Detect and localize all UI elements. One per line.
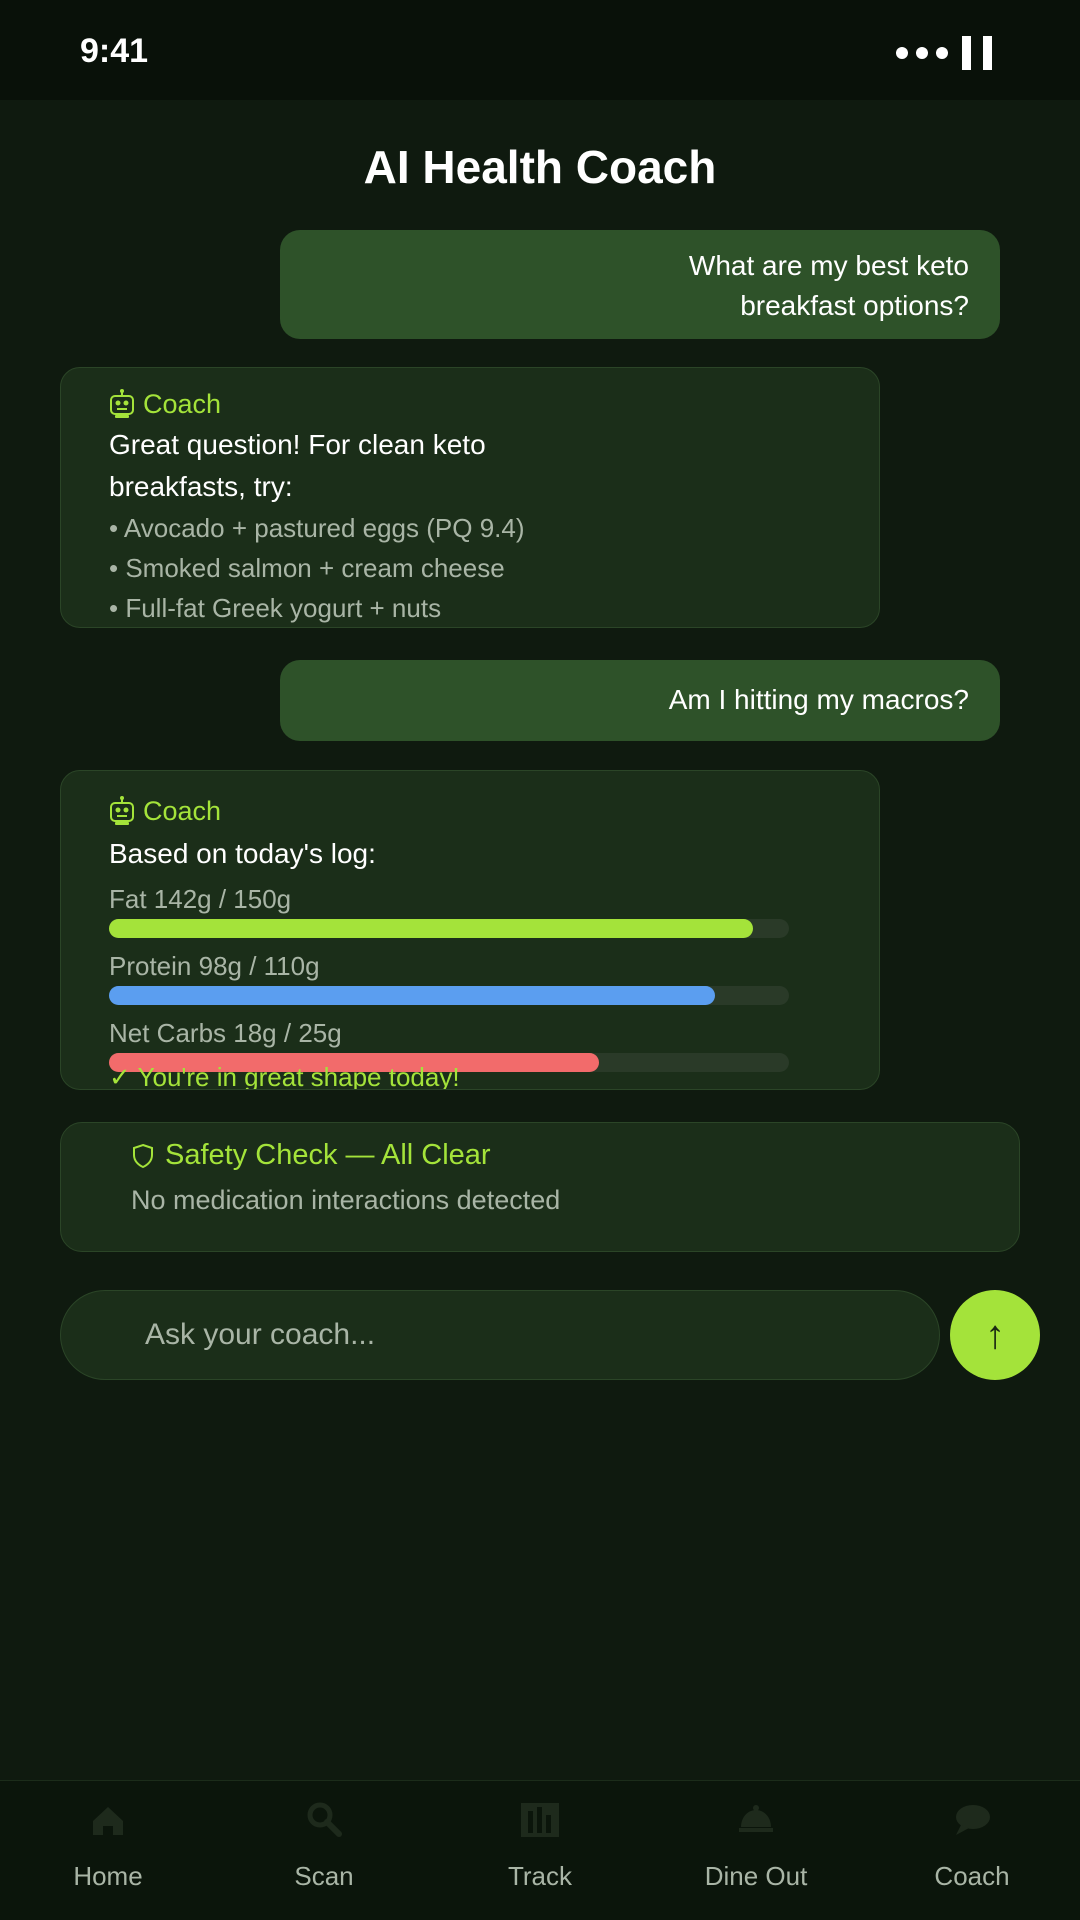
coach-sender: Coach — [109, 384, 879, 424]
nav-item-coach[interactable]: Coach — [864, 1781, 1080, 1920]
nav-label: Coach — [934, 1861, 1010, 1891]
user-message-line: What are my best keto — [688, 250, 969, 281]
user-message: What are my best keto breakfast options? — [280, 230, 1000, 339]
coach-message: Coach Great question! For clean keto bre… — [60, 367, 880, 628]
coach-message-text: Great question! For clean keto — [109, 429, 486, 460]
coach-sender-label: Coach — [143, 388, 222, 419]
nav-item-home[interactable]: Home — [0, 1781, 216, 1920]
coach-sender: Coach — [109, 791, 879, 831]
coach-message: Coach Based on today's log: Fat 142g / 1… — [60, 770, 880, 1090]
shield-icon — [133, 1143, 153, 1168]
user-message: Am I hitting my macros? — [280, 660, 1000, 741]
safety-check-title-row: Safety Check — All Clear — [131, 1139, 491, 1172]
macro-label-fat: Fat 142g / 150g — [109, 884, 292, 914]
send-button[interactable]: ↑ — [950, 1290, 1040, 1380]
nav-label: Home — [73, 1861, 143, 1891]
status-bar: 9:41 — [0, 0, 1080, 100]
coach-note: ✓ You're in great shape today! — [109, 1062, 460, 1090]
nav-item-track[interactable]: Track — [432, 1781, 648, 1920]
nav-item-dine-out[interactable]: Dine Out — [648, 1781, 864, 1920]
user-message-line: breakfast options? — [740, 290, 969, 321]
signal-icon — [896, 36, 992, 70]
search-icon — [307, 1802, 342, 1837]
coach-sender-label: Coach — [143, 795, 222, 826]
bottom-nav: Home Scan Track Dine Out Coach — [0, 1780, 1080, 1920]
status-time: 9:41 — [80, 32, 149, 70]
macro-label-carbs: Net Carbs 18g / 25g — [109, 1018, 342, 1048]
nav-item-scan[interactable]: Scan — [216, 1781, 432, 1920]
list-item: • Full-fat Greek yogurt + nuts — [109, 593, 442, 623]
macro-label-protein: Protein 98g / 110g — [109, 951, 320, 981]
user-message-line: Am I hitting my macros? — [668, 684, 969, 715]
robot-icon — [110, 796, 134, 825]
nav-label: Scan — [294, 1861, 354, 1891]
nav-label: Track — [507, 1861, 573, 1891]
chart-icon — [521, 1803, 559, 1837]
safety-check-card[interactable]: Safety Check — All Clear No medication i… — [60, 1122, 1020, 1252]
safety-check-title: Safety Check — All Clear — [165, 1139, 491, 1171]
list-item: • Smoked salmon + cream cheese — [109, 553, 505, 583]
macro-bar-fill — [109, 986, 715, 1005]
chat-input[interactable]: Ask your coach... — [60, 1290, 940, 1380]
safety-check-subtitle: No medication interactions detected — [131, 1185, 561, 1215]
home-icon — [93, 1807, 123, 1835]
macro-bar-fat — [109, 919, 789, 938]
coach-message-text: Based on today's log: — [109, 838, 376, 869]
page-title: AI Health Coach — [363, 141, 717, 193]
chat-icon — [956, 1805, 990, 1835]
macro-bar-protein — [109, 986, 789, 1005]
list-item: • Avocado + pastured eggs (PQ 9.4) — [109, 513, 525, 543]
dining-icon — [739, 1805, 773, 1832]
coach-message-text: breakfasts, try: — [109, 471, 293, 502]
macro-bar-fill — [109, 919, 753, 938]
robot-icon — [110, 389, 134, 418]
nav-label: Dine Out — [704, 1861, 808, 1891]
